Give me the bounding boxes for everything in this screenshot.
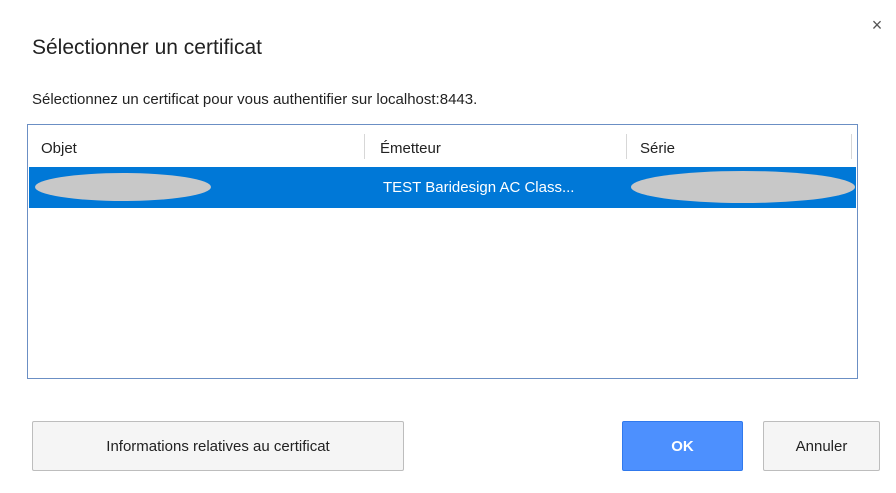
column-header-objet[interactable]: Objet	[41, 125, 77, 166]
certificate-dialog: Sélectionner un certificat × Sélectionne…	[0, 0, 896, 493]
column-divider[interactable]	[364, 134, 365, 159]
column-header-serie[interactable]: Série	[640, 125, 675, 166]
cell-emetteur: TEST Baridesign AC Class...	[383, 179, 575, 196]
column-header-emetteur[interactable]: Émetteur	[380, 125, 441, 166]
table-row-selected[interactable]: TEST Baridesign AC Class...	[29, 167, 856, 208]
column-divider[interactable]	[851, 134, 852, 159]
certificate-table: Objet Émetteur Série TEST Baridesign AC …	[27, 124, 858, 379]
certificate-info-button[interactable]: Informations relatives au certificat	[32, 421, 404, 471]
redacted-serial	[631, 171, 855, 203]
dialog-subtitle: Sélectionnez un certificat pour vous aut…	[32, 91, 478, 108]
dialog-title: Sélectionner un certificat	[32, 36, 262, 59]
column-divider[interactable]	[626, 134, 627, 159]
cancel-button[interactable]: Annuler	[763, 421, 880, 471]
ok-button[interactable]: OK	[622, 421, 743, 471]
close-icon[interactable]: ×	[866, 14, 888, 36]
redacted-subject	[35, 173, 211, 201]
table-header: Objet Émetteur Série	[28, 125, 857, 166]
